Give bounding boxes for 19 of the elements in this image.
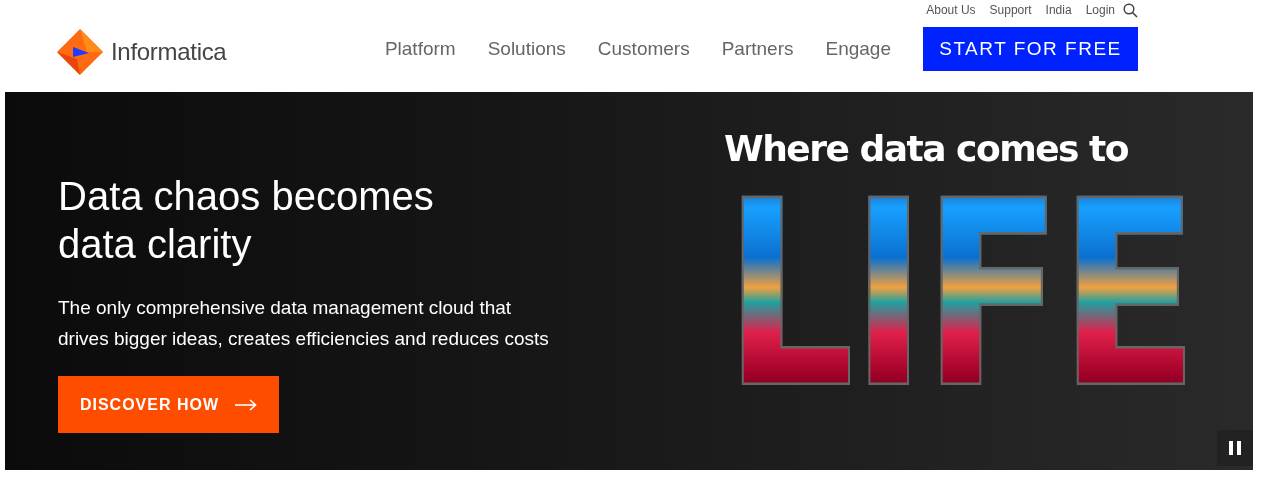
pause-button[interactable]	[1217, 430, 1253, 466]
utility-link[interactable]: India	[1045, 3, 1072, 17]
nav-link[interactable]: Engage	[825, 38, 891, 60]
start-for-free-button[interactable]: START FOR FREE	[923, 27, 1138, 71]
utility-link[interactable]: Login	[1085, 3, 1115, 17]
nav-link[interactable]: Customers	[597, 38, 690, 60]
nav-link[interactable]: Solutions	[487, 38, 566, 60]
right-arrow-icon	[235, 398, 258, 411]
hero-heading: Data chaos becomes data clarity	[58, 173, 435, 268]
nav-link[interactable]: Platform	[384, 38, 456, 60]
search-icon[interactable]	[1123, 2, 1138, 18]
art-tagline: Where data comes to	[724, 128, 1128, 170]
nav-link[interactable]: Partners	[721, 38, 794, 60]
diamond-logo-icon[interactable]	[57, 29, 103, 75]
logo-wordmark[interactable]: Informatica	[111, 38, 227, 66]
utility-link[interactable]: Support	[989, 3, 1032, 17]
utility-link[interactable]: About Us	[926, 3, 976, 17]
hero-description: The only comprehensive data management cloud that drives bigger ideas, creates efficiencies and reduces costs	[58, 296, 550, 351]
pause-icon	[1229, 441, 1241, 455]
